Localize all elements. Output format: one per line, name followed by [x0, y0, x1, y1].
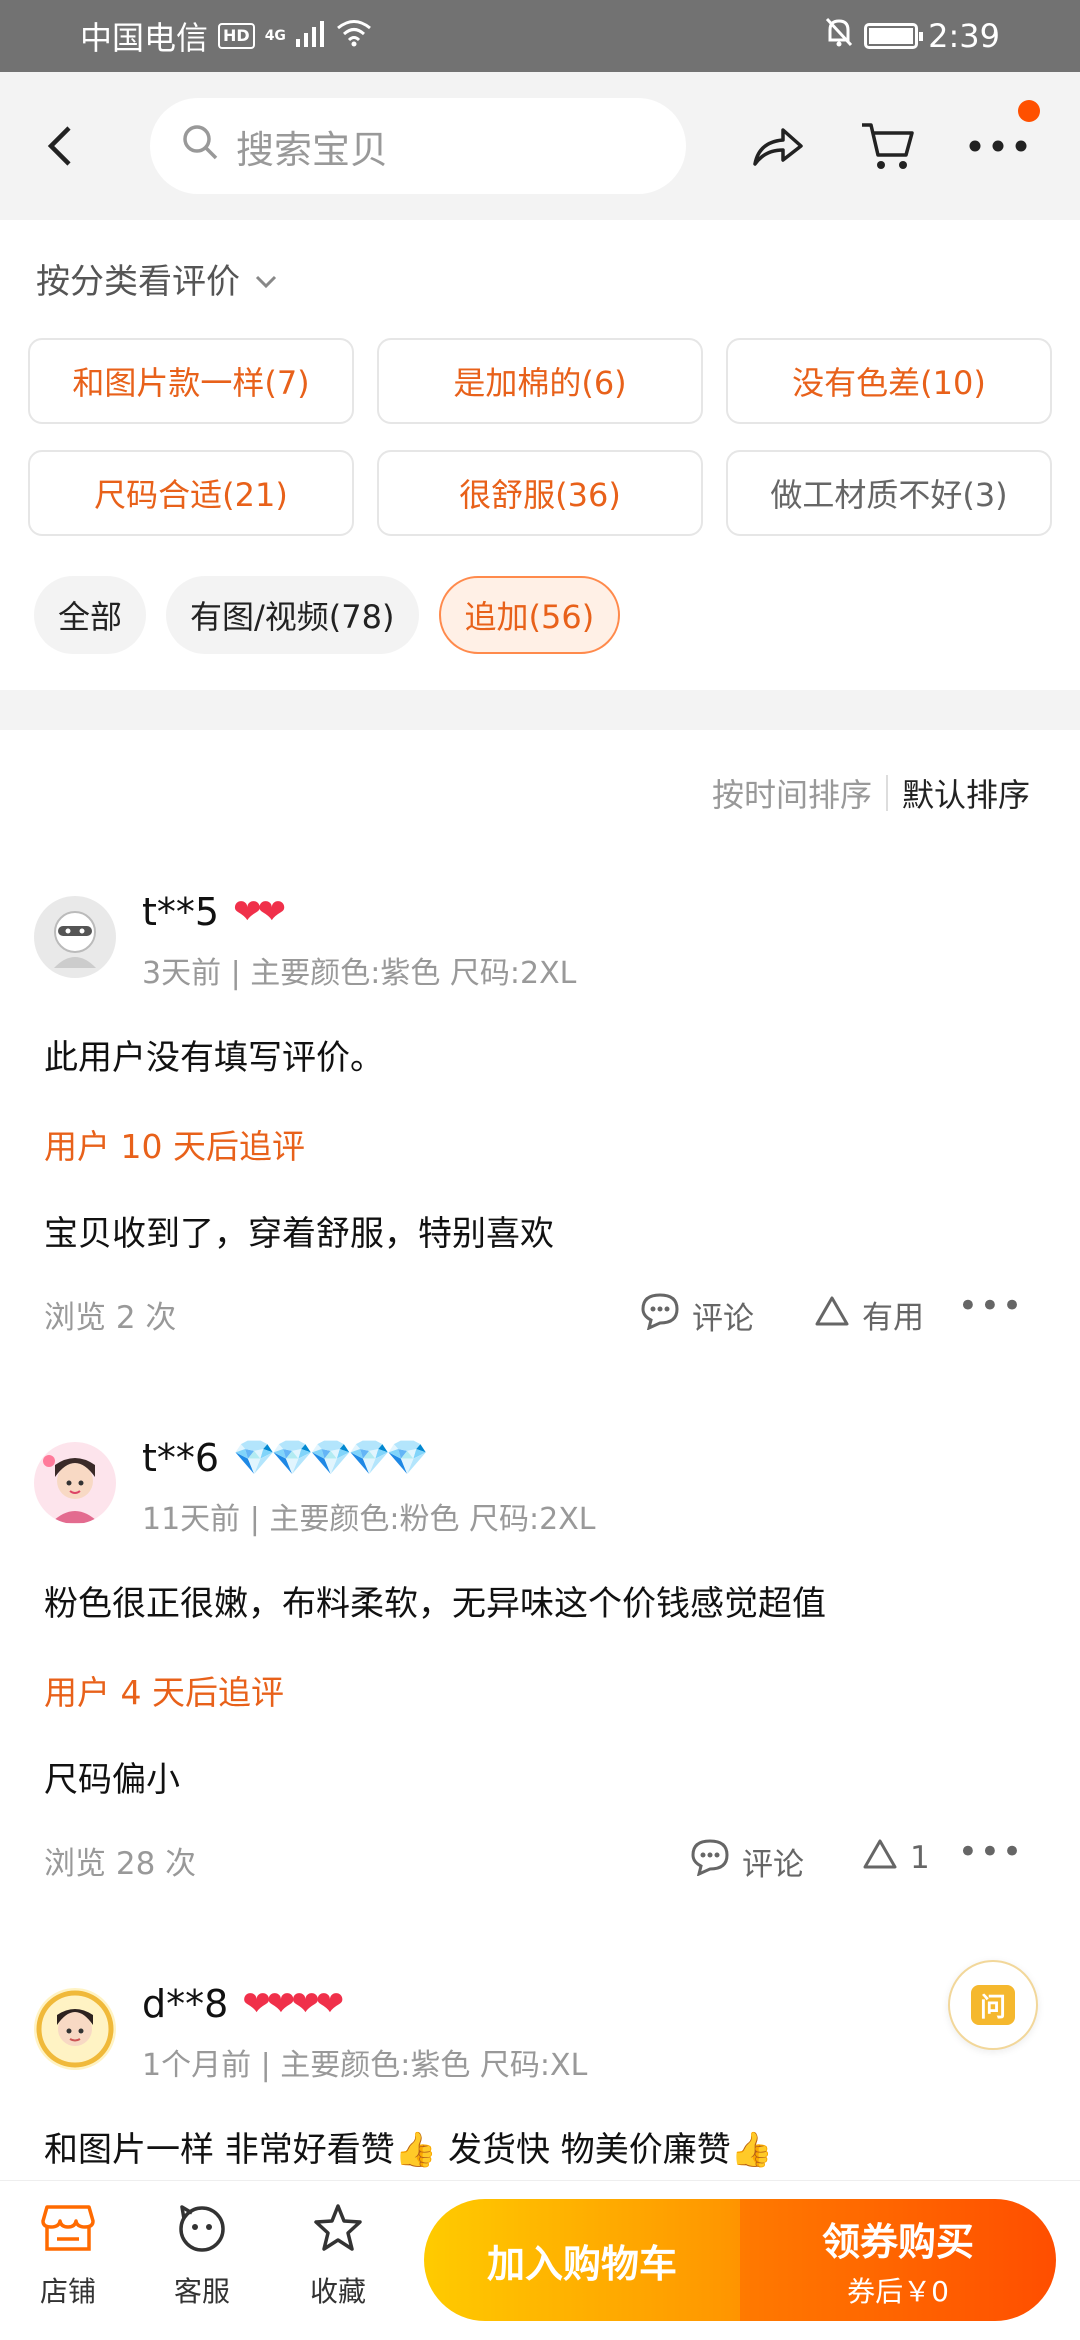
review-actions: 浏览 28 次 评论 1 •••: [0, 1832, 1080, 1888]
buy-button-label: 领券购买: [821, 2219, 974, 2264]
tab-favorite[interactable]: 收藏: [288, 2203, 388, 2310]
sort-divider: [885, 775, 888, 811]
useful-count: 1: [910, 1840, 930, 1876]
status-bar: 中国电信 HD 4G 2:39: [0, 0, 1080, 72]
share-icon[interactable]: [746, 114, 810, 178]
review-meta: 11天前 | 主要颜色:粉色 尺码:2XL: [142, 1502, 596, 1537]
review-filter-section: 按分类看评价 和图片款一样(7) 是加棉的(6) 没有色差(10) 尺码合适(2…: [0, 220, 1080, 690]
view-count: 浏览 28 次: [44, 1846, 197, 1882]
username: d**8: [142, 1982, 229, 2026]
avatar[interactable]: [34, 1988, 116, 2070]
review-text: 和图片一样 非常好看赞👍 发货快 物美价廉赞👍: [44, 2130, 774, 2170]
more-options-icon[interactable]: •••: [958, 1286, 1024, 1326]
comment-icon: [690, 1838, 730, 1884]
wifi-icon: [336, 17, 372, 55]
review-tag[interactable]: 是加棉的(6): [377, 338, 703, 424]
add-to-cart-button[interactable]: 加入购物车: [424, 2199, 740, 2321]
username: t**6: [142, 1436, 220, 1480]
view-count: 浏览 2 次: [44, 1300, 177, 1336]
tab-store[interactable]: 店铺: [18, 2203, 118, 2310]
comment-label: 评论: [742, 1846, 804, 1883]
chevron-down-icon: [254, 259, 278, 299]
chip-all[interactable]: 全部: [34, 576, 147, 654]
useful-button[interactable]: 有用: [814, 1292, 924, 1337]
qa-float-button[interactable]: 问: [948, 1960, 1038, 2050]
avatar[interactable]: [34, 1442, 116, 1524]
top-nav: 搜索宝贝: [0, 72, 1080, 220]
user-level-diamonds: 💎💎💎💎💎: [233, 1438, 429, 1478]
sort-default[interactable]: 默认排序: [902, 770, 1030, 816]
chip-with-media[interactable]: 有图/视频(78): [166, 576, 419, 654]
search-icon: [180, 122, 220, 171]
more-options-icon[interactable]: •••: [958, 1832, 1024, 1872]
review-tag[interactable]: 和图片款一样(7): [28, 338, 354, 424]
useful-icon: [862, 1838, 898, 1878]
review-meta: 3天前 | 主要颜色:紫色 尺码:2XL: [142, 956, 577, 991]
tab-customer-service[interactable]: 客服: [152, 2203, 252, 2310]
review-meta: 1个月前 | 主要颜色:紫色 尺码:XL: [142, 2048, 588, 2083]
comment-button[interactable]: 评论: [690, 1838, 804, 1884]
followup-label: 用户 10 天后追评: [44, 1127, 305, 1166]
clock: 2:39: [928, 17, 1000, 55]
followup-text: 宝贝收到了，穿着舒服，特别喜欢: [44, 1214, 554, 1254]
avatar[interactable]: [34, 896, 116, 978]
review-tag-negative[interactable]: 做工材质不好(3): [726, 450, 1052, 536]
sort-by-time[interactable]: 按时间排序: [712, 770, 872, 816]
hd-badge: HD: [218, 23, 255, 49]
review-tag[interactable]: 没有色差(10): [726, 338, 1052, 424]
user-level-hearts: ❤❤: [233, 892, 286, 932]
useful-icon: [814, 1295, 850, 1335]
more-icon[interactable]: [966, 100, 1040, 178]
bottom-action-bar: 店铺 客服 收藏 加入购物车 领券购买 券后￥0: [0, 2180, 1080, 2340]
tab-store-label: 店铺: [39, 2275, 96, 2308]
useful-label: 有用: [862, 1300, 924, 1336]
back-icon[interactable]: [20, 106, 100, 186]
followup-text: 尺码偏小: [44, 1760, 180, 1800]
comment-icon: [640, 1292, 680, 1338]
tab-service-label: 客服: [173, 2275, 230, 2308]
username: t**5: [142, 890, 220, 934]
star-icon: [312, 2203, 364, 2260]
review-text: 粉色很正很嫩，布料柔软，无异味这个价钱感觉超值: [44, 1584, 826, 1624]
username-row: d**8 ❤❤❤❤: [142, 1982, 344, 2026]
carrier-label: 中国电信: [80, 19, 209, 57]
search-input[interactable]: 搜索宝贝: [150, 98, 686, 194]
user-level-hearts: ❤❤❤❤: [242, 1984, 344, 2024]
notification-dot: [1018, 100, 1040, 122]
review-type-chips: 全部 有图/视频(78) 追加(56): [34, 576, 621, 654]
sort-bar: 按时间排序 默认排序: [712, 770, 1030, 816]
username-row: t**6 💎💎💎💎💎: [142, 1436, 429, 1480]
store-icon: [41, 2203, 95, 2260]
review-tag[interactable]: 很舒服(36): [377, 450, 703, 536]
search-placeholder: 搜索宝贝: [236, 127, 389, 172]
price-after-coupon: 券后￥0: [847, 2274, 949, 2308]
category-filter-toggle[interactable]: 按分类看评价: [36, 254, 278, 303]
cart-icon[interactable]: [856, 114, 920, 178]
chip-followup[interactable]: 追加(56): [438, 576, 621, 654]
comment-label: 评论: [692, 1300, 754, 1337]
network-label: 4G: [264, 28, 286, 44]
username-row: t**5 ❤❤: [142, 890, 286, 934]
tab-favorite-label: 收藏: [309, 2275, 366, 2308]
comment-button[interactable]: 评论: [640, 1292, 754, 1338]
review-tag[interactable]: 尺码合适(21): [28, 450, 354, 536]
useful-button[interactable]: 1: [862, 1838, 930, 1878]
customer-service-icon: [176, 2203, 228, 2260]
followup-label: 用户 4 天后追评: [44, 1673, 284, 1712]
review-actions: 浏览 2 次 评论 有用 •••: [0, 1286, 1080, 1342]
signal-icon: [295, 17, 326, 55]
review-text: 此用户没有填写评价。: [44, 1038, 384, 1078]
qa-icon: 问: [971, 1985, 1015, 2025]
battery-icon: [864, 23, 924, 49]
section-divider: [0, 690, 1080, 730]
buy-with-coupon-button[interactable]: 领券购买 券后￥0: [740, 2199, 1056, 2321]
mute-bell-icon: [824, 16, 854, 56]
filter-heading-label: 按分类看评价: [36, 262, 240, 302]
